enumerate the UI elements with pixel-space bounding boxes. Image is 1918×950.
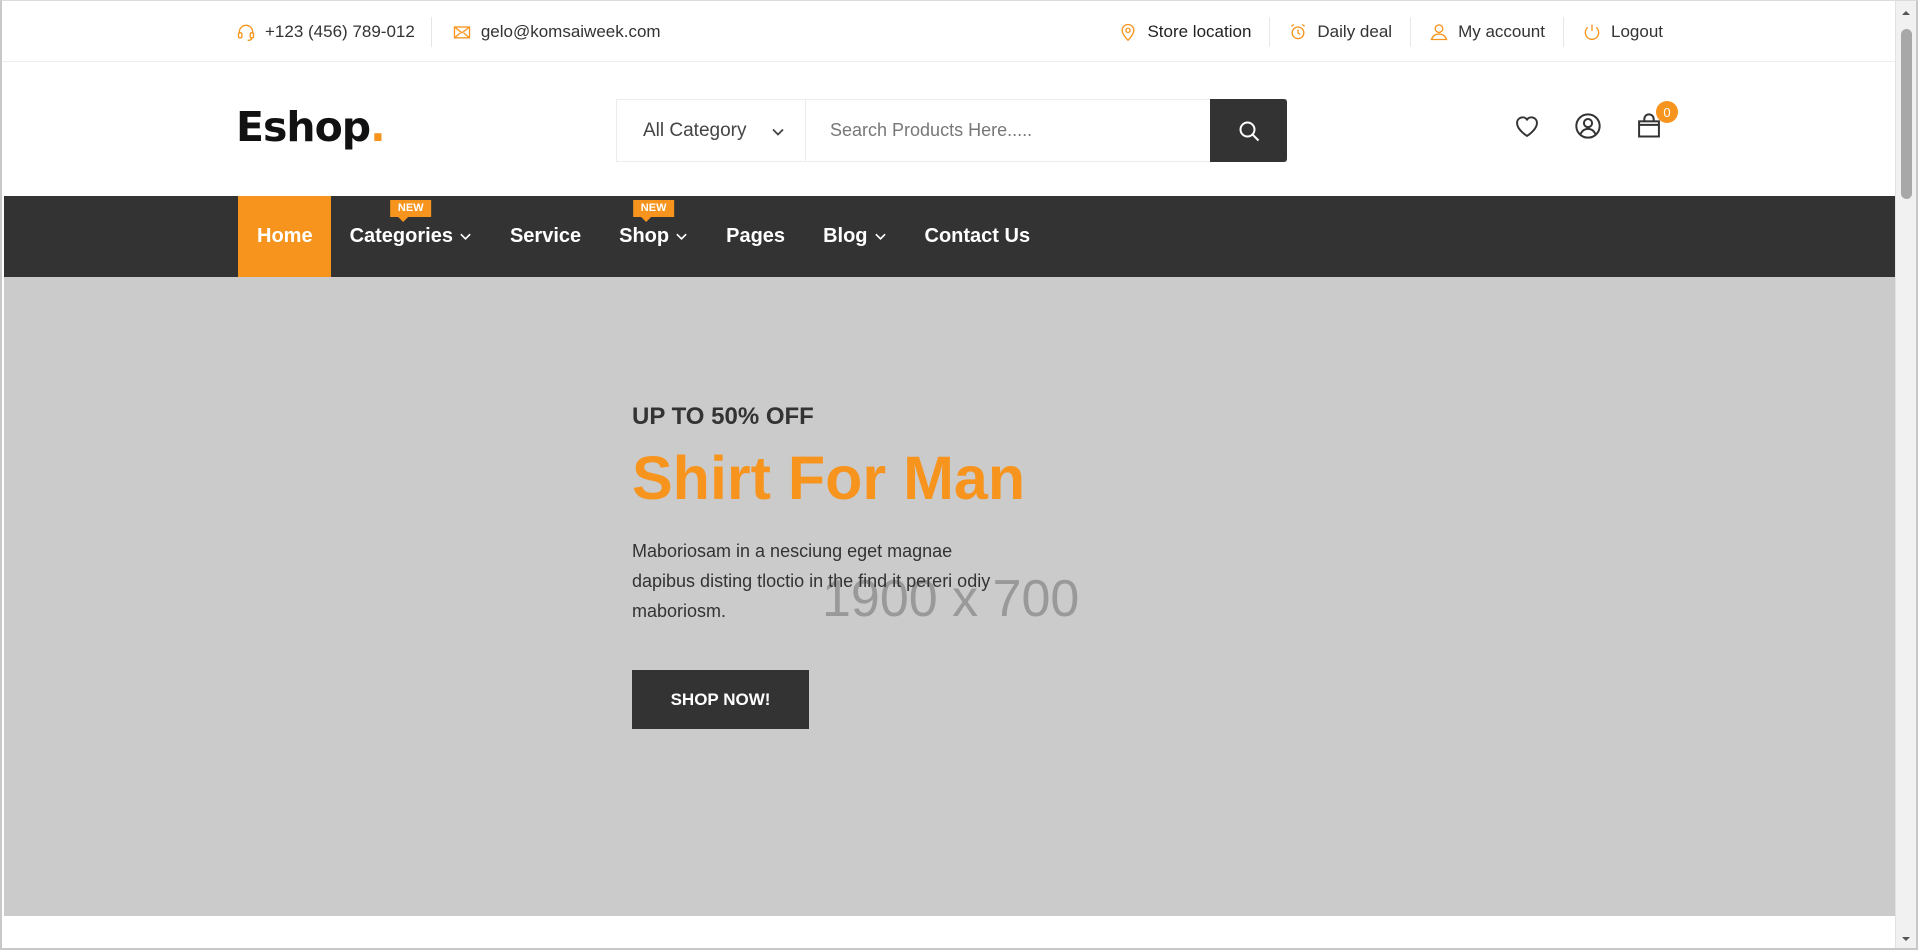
search-icon: [1239, 121, 1259, 141]
alarm-clock-icon: [1291, 23, 1306, 39]
browser-viewport: +123 (456) 789-012 gelo@komsaiweek.com S…: [0, 0, 1918, 950]
chevron-down-icon: [874, 233, 886, 241]
shop-now-button[interactable]: SHOP NOW!: [632, 670, 809, 730]
scrollbar-thumb[interactable]: [1901, 29, 1912, 199]
power-icon: [1584, 24, 1600, 40]
hero-description: Maboriosam in a nesciung eget magnae dap…: [632, 541, 991, 622]
cart-count-badge: 0: [1656, 101, 1678, 123]
cart-button[interactable]: 0: [1634, 101, 1678, 141]
hero-slider: 1900 x 700 UP TO 50% OFF Shirt For Man M…: [4, 277, 1895, 916]
store-location-label: Store location: [1147, 21, 1252, 41]
nav-item-label: Contact Us: [924, 225, 1031, 247]
scroll-up-arrow-icon[interactable]: [1900, 7, 1912, 19]
scroll-down-arrow-icon[interactable]: [1900, 933, 1912, 945]
nav-item-pages[interactable]: Pages: [707, 196, 804, 277]
header-actions: 0: [1512, 101, 1678, 141]
new-badge: NEW: [389, 200, 432, 222]
contact-email[interactable]: gelo@komsaiweek.com: [432, 22, 661, 42]
nav-item-home[interactable]: Home: [238, 196, 331, 277]
nav-item-label: Home: [257, 225, 313, 247]
hero-subtitle: UP TO 50% OFF: [632, 403, 814, 430]
hero-title: Shirt For Man: [632, 444, 1026, 512]
email-text: gelo@komsaiweek.com: [480, 21, 661, 41]
logout-link[interactable]: Logout: [1564, 17, 1663, 47]
main-header: Eshop. All Category 0: [2, 63, 1895, 196]
nav-item-shop[interactable]: NEW Shop: [600, 196, 707, 277]
nav-item-label: Shop: [619, 225, 670, 247]
site-logo[interactable]: Eshop.: [236, 103, 386, 151]
store-location-link[interactable]: Store location: [1100, 16, 1271, 47]
chevron-down-icon: [676, 233, 687, 241]
phone-text: +123 (456) 789-012: [265, 21, 415, 41]
category-selected-value: All Category: [643, 119, 747, 141]
category-select[interactable]: All Category: [617, 100, 806, 161]
daily-deal-link[interactable]: Daily deal: [1270, 16, 1412, 47]
nav-item-contact-us[interactable]: Contact Us: [906, 196, 1050, 277]
nav-item-label: Categories: [349, 225, 453, 247]
nav-item-label: Blog: [823, 225, 868, 247]
main-navigation: Home NEW Categories Service NEW Shop Pag…: [4, 196, 1895, 277]
account-button[interactable]: [1573, 111, 1603, 141]
wishlist-button[interactable]: [1512, 111, 1542, 141]
my-account-link[interactable]: My account: [1411, 16, 1564, 47]
search-input[interactable]: [806, 100, 1210, 161]
logout-label: Logout: [1611, 21, 1663, 41]
nav-item-service[interactable]: Service: [491, 196, 600, 277]
user-circle-icon: [1575, 113, 1601, 139]
top-bar: +123 (456) 789-012 gelo@komsaiweek.com S…: [2, 1, 1895, 62]
nav-item-label: Pages: [726, 225, 786, 247]
page-scrollbar[interactable]: [1895, 1, 1916, 948]
chevron-down-icon: [772, 128, 784, 136]
logo-dot: .: [370, 103, 386, 151]
logo-text: Eshop: [236, 103, 371, 151]
hero-content: UP TO 50% OFF Shirt For Man Maboriosam i…: [632, 403, 1072, 730]
nav-item-categories[interactable]: NEW Categories: [331, 196, 491, 277]
page-continuation: [4, 916, 1895, 948]
nav-item-blog[interactable]: Blog: [804, 196, 905, 277]
my-account-label: My account: [1458, 21, 1545, 41]
daily-deal-label: Daily deal: [1317, 21, 1393, 41]
contact-phone: +123 (456) 789-012: [236, 16, 432, 47]
search-bar: All Category: [616, 99, 1287, 162]
map-pin-icon: [1121, 23, 1135, 41]
heart-icon: [1516, 116, 1538, 138]
user-icon: [1430, 23, 1448, 40]
new-badge: NEW: [632, 200, 675, 222]
chevron-down-icon: [460, 233, 471, 241]
headset-icon: [237, 24, 255, 41]
nav-item-label: Service: [509, 225, 582, 247]
search-button[interactable]: [1210, 99, 1287, 162]
envelope-icon: [453, 25, 470, 38]
